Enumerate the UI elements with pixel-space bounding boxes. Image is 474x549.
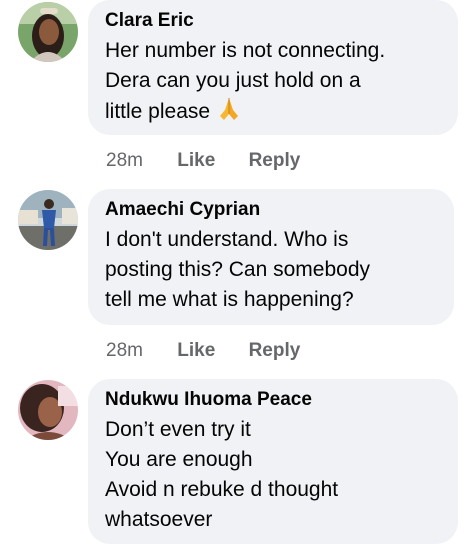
- comment-text-line: tell me what is happening?: [105, 288, 354, 311]
- like-button[interactable]: Like: [177, 340, 215, 362]
- comment-text-line: Dera can you just hold on a: [105, 69, 361, 92]
- comment-text-fragment: little please: [105, 100, 211, 123]
- like-button[interactable]: Like: [177, 150, 215, 172]
- comment-text-line: Her number is not connecting.: [105, 39, 386, 62]
- comment-timestamp[interactable]: 28m: [106, 150, 143, 172]
- reply-button[interactable]: Reply: [249, 340, 301, 362]
- comment-author[interactable]: Ndukwu Ihuoma Peace: [105, 389, 440, 411]
- comment-text-line: I don't understand. Who is: [105, 228, 349, 251]
- comment-actions: 28m Like Reply: [106, 150, 300, 172]
- comment-text-line: You are enough: [105, 448, 253, 471]
- comment-text-line: posting this? Can somebody: [105, 258, 370, 281]
- comment-text-line: whatsoever: [105, 508, 213, 531]
- comment-text-line: Avoid n rebuke d thought: [105, 478, 339, 501]
- comment-author[interactable]: Clara Eric: [105, 10, 440, 32]
- comment-bubble: Ndukwu Ihuoma Peace Don’t even try it Yo…: [88, 379, 458, 544]
- avatar[interactable]: [18, 380, 78, 440]
- avatar[interactable]: [18, 2, 78, 62]
- comment-bubble: Amaechi Cyprian I don't understand. Who …: [88, 189, 454, 325]
- comment-bubble: Clara Eric Her number is not connecting.…: [88, 0, 458, 135]
- comment-author[interactable]: Amaechi Cyprian: [105, 199, 436, 221]
- comment-text-line: little please: [105, 96, 440, 131]
- avatar-photo-icon: [18, 380, 78, 440]
- comment-actions: 28m Like Reply: [106, 340, 300, 362]
- comment-text-line: Don’t even try it: [105, 418, 251, 441]
- reply-button[interactable]: Reply: [249, 150, 301, 172]
- avatar-photo-icon: [18, 190, 78, 250]
- folded-hands-icon: [216, 96, 242, 131]
- avatar-photo-icon: [18, 2, 78, 62]
- avatar[interactable]: [18, 190, 78, 250]
- comment-timestamp[interactable]: 28m: [106, 340, 143, 362]
